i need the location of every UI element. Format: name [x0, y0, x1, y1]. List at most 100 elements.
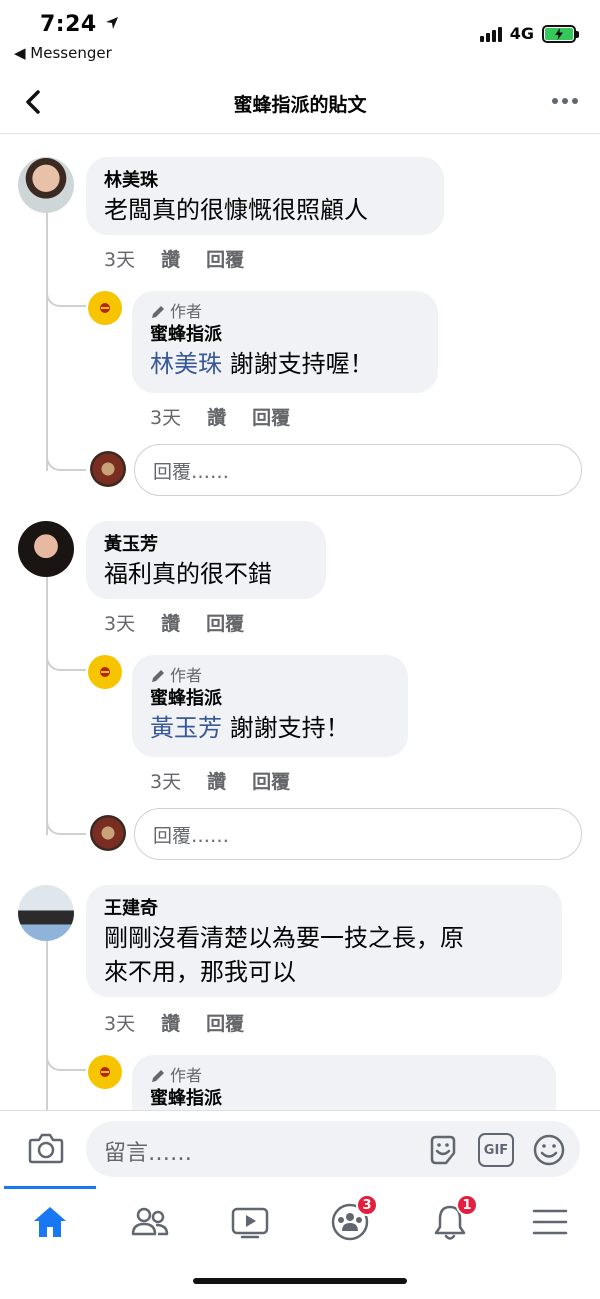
- page-avatar[interactable]: [88, 291, 122, 325]
- comment-bubble: 王建奇 剛剛沒看清楚以為要一技之長，原 來不用，那我可以: [86, 885, 562, 997]
- battery-icon: [542, 24, 579, 43]
- reply-button[interactable]: 回覆: [206, 1009, 244, 1036]
- reply-bubble: 作者 蜜蜂指派: [132, 1055, 556, 1110]
- commenter-avatar[interactable]: [18, 521, 74, 577]
- comment-text: 老闆真的很慷慨很照顧人: [104, 196, 368, 224]
- post-header: 蜜蜂指派的貼文: [0, 70, 600, 134]
- reply-actions: 3天 讚 回覆: [150, 767, 316, 794]
- notifications-badge: 1: [456, 1194, 478, 1216]
- like-button[interactable]: 讚: [161, 609, 180, 636]
- reply-connector: [46, 1049, 86, 1071]
- reply-connector: [46, 449, 86, 471]
- author-role: 作者: [150, 301, 420, 323]
- mention-link[interactable]: 林美珠: [150, 350, 222, 378]
- tab-home[interactable]: [20, 1198, 80, 1246]
- more-options-icon[interactable]: [552, 98, 578, 104]
- reply-button[interactable]: 回覆: [206, 609, 244, 636]
- reply-author[interactable]: 蜜蜂指派: [150, 687, 390, 711]
- gif-icon[interactable]: GIF: [478, 1133, 514, 1167]
- friends-icon: [131, 1207, 169, 1236]
- comment-bubble: 林美珠 老闆真的很慷慨很照顧人: [86, 157, 444, 235]
- reply-age[interactable]: 3天: [150, 403, 181, 430]
- comment-age[interactable]: 3天: [104, 245, 135, 272]
- home-indicator: [193, 1278, 407, 1284]
- reply-button[interactable]: 回覆: [252, 403, 290, 430]
- comment-author[interactable]: 林美珠: [104, 169, 426, 193]
- tab-menu[interactable]: [520, 1198, 580, 1246]
- comment-age[interactable]: 3天: [104, 1009, 135, 1036]
- reply-connector: [46, 813, 86, 835]
- page-avatar[interactable]: [88, 655, 122, 689]
- commenter-avatar[interactable]: [18, 157, 74, 213]
- comment-bubble: 黃玉芳 福利真的很不錯: [86, 521, 326, 599]
- tab-watch[interactable]: [220, 1198, 280, 1246]
- thread-line: [46, 213, 48, 471]
- commenter-avatar[interactable]: [18, 885, 74, 941]
- reply-author[interactable]: 蜜蜂指派: [150, 1087, 538, 1110]
- reply-text: 黃玉芳 謝謝支持！: [150, 714, 350, 742]
- like-button[interactable]: 讚: [207, 767, 226, 794]
- home-icon: [34, 1207, 66, 1237]
- comment-actions: 3天 讚 回覆: [104, 245, 270, 272]
- reply-age[interactable]: 3天: [150, 767, 181, 794]
- thread-line: [46, 577, 48, 835]
- back-to-messenger-link[interactable]: ◀ Messenger: [14, 44, 112, 62]
- reply-bubble: 作者 蜜蜂指派 林美珠 謝謝支持喔！: [132, 291, 438, 393]
- bee-logo-icon: [100, 1067, 110, 1077]
- comment-age[interactable]: 3天: [104, 609, 135, 636]
- comment-text: 福利真的很不錯: [104, 560, 272, 588]
- active-tab-indicator: [4, 1186, 96, 1189]
- pencil-icon: [152, 670, 164, 682]
- comment-text-line: 剛剛沒看清楚以為要一技之長，原: [104, 924, 464, 952]
- network-type: 4G: [509, 24, 534, 43]
- reply-button[interactable]: 回覆: [252, 767, 290, 794]
- bee-logo-icon: [100, 667, 110, 677]
- status-time: 7:24: [40, 12, 119, 37]
- reply-author[interactable]: 蜜蜂指派: [150, 323, 420, 347]
- groups-badge: 3: [356, 1194, 378, 1216]
- reply-input[interactable]: 回覆……: [134, 444, 582, 496]
- comment-author[interactable]: 黃玉芳: [104, 533, 308, 557]
- page-avatar[interactable]: [88, 1055, 122, 1089]
- comment-placeholder: 留言……: [104, 1141, 193, 1166]
- status-bar: 7:24 ◀ Messenger 4G: [0, 0, 600, 70]
- like-button[interactable]: 讚: [161, 1009, 180, 1036]
- status-indicators: 4G: [479, 24, 579, 43]
- thread-line: [46, 941, 48, 1110]
- tab-groups[interactable]: 3: [320, 1194, 380, 1246]
- comment-actions: 3天 讚 回覆: [104, 1009, 270, 1036]
- reply-button[interactable]: 回覆: [206, 245, 244, 272]
- bottom-tab-bar: 3 1: [0, 1186, 600, 1299]
- comment-input[interactable]: 留言…… GIF: [86, 1121, 580, 1177]
- reply-text: 林美珠 謝謝支持喔！: [150, 350, 374, 378]
- comment-author[interactable]: 王建奇: [104, 897, 544, 921]
- tab-friends[interactable]: [120, 1198, 180, 1246]
- sticker-icon[interactable]: [426, 1133, 460, 1167]
- comment-list: 林美珠 老闆真的很慷慨很照顧人 3天 讚 回覆 作者 蜜蜂指派 林美珠 謝謝支持…: [0, 135, 600, 1110]
- pencil-icon: [152, 1070, 164, 1082]
- reply-connector: [46, 285, 86, 307]
- page-title: 蜜蜂指派的貼文: [233, 94, 367, 116]
- reply-actions: 3天 讚 回覆: [150, 403, 316, 430]
- pencil-icon: [152, 306, 164, 318]
- reply-bubble: 作者 蜜蜂指派 黃玉芳 謝謝支持！: [132, 655, 408, 757]
- comment-text-line: 來不用，那我可以: [104, 958, 296, 986]
- tab-notifications[interactable]: 1: [420, 1194, 480, 1246]
- bee-logo-icon: [100, 303, 110, 313]
- current-user-avatar[interactable]: [90, 451, 126, 487]
- author-role: 作者: [150, 665, 390, 687]
- emoji-icon[interactable]: [532, 1133, 566, 1167]
- signal-icon: [479, 26, 502, 42]
- author-role: 作者: [150, 1065, 538, 1087]
- current-user-avatar[interactable]: [90, 815, 126, 851]
- reply-connector: [46, 649, 86, 671]
- hamburger-menu-icon: [532, 1209, 568, 1235]
- like-button[interactable]: 讚: [207, 403, 226, 430]
- reply-input[interactable]: 回覆……: [134, 808, 582, 860]
- comment-actions: 3天 讚 回覆: [104, 609, 270, 636]
- camera-icon[interactable]: [28, 1131, 64, 1165]
- location-arrow-icon: [105, 17, 118, 29]
- mention-link[interactable]: 黃玉芳: [150, 714, 222, 742]
- watch-icon: [231, 1207, 269, 1239]
- like-button[interactable]: 讚: [161, 245, 180, 272]
